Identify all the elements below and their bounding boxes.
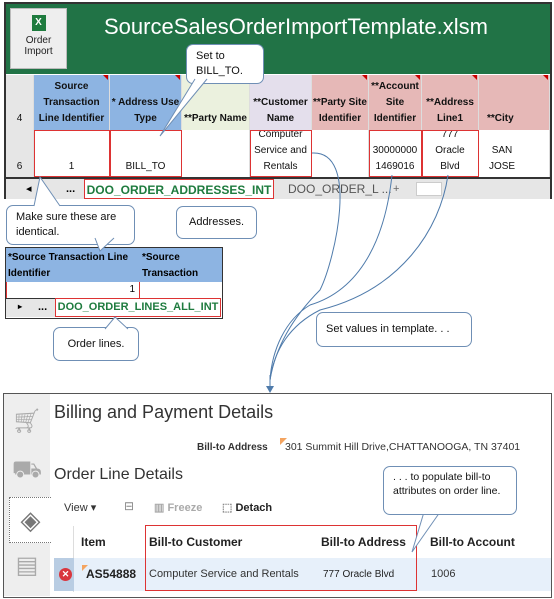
billing-section-title: Billing and Payment Details [54,402,274,422]
detach-icon: ⬚ [222,502,233,514]
cell[interactable]: Computer Service and Rentals [250,129,312,177]
highlight [145,525,417,591]
callout-pointer [411,511,441,553]
callout-pointer [159,78,208,137]
item-cell[interactable]: AS54888 [86,558,136,591]
column-header[interactable]: Source Transaction Line Identifier [34,75,110,130]
cell[interactable]: 30000000 1469016 [369,130,422,177]
order-lines-title: Order Line Details [54,466,183,483]
callout-pointer [104,316,129,330]
column-header[interactable]: **City [479,75,550,130]
error-icon[interactable]: ✕ [59,568,72,581]
callout-order-lines: Order lines. [53,327,139,361]
detach-button[interactable]: ⬚ Detach [222,501,272,514]
bill-to-account-cell: 1006 [431,568,456,580]
bill-to-address-value: 301 Summit Hill Drive,CHATTANOOGA, TN 37… [285,441,521,453]
more-sheets[interactable]: ... [38,301,47,313]
filter-icon[interactable]: ⊟ [124,499,134,513]
add-sheet-icon[interactable]: + [393,179,399,199]
workbook-title: SourceSalesOrderImportTemplate.xlsm [104,14,488,39]
freeze-button[interactable]: ▥ Freeze [154,501,202,514]
tab-order-lines[interactable]: DOO_ORDER_L ... [288,179,392,199]
cart-icon[interactable]: 🛒︎ [10,402,44,442]
excel-template-window: X Order Import SourceSalesOrderImportTem… [4,2,552,199]
contact-card-icon[interactable]: ▤ [10,546,44,586]
column-header[interactable]: **Address Line1 [422,75,479,130]
row-number: 4 [6,75,34,130]
horizontal-scrollbar[interactable] [416,182,442,196]
truck-icon[interactable]: ⛟ [10,450,44,490]
view-menu[interactable]: View ▾ [64,501,96,514]
callout-addresses: Addresses. [176,206,257,239]
column-header[interactable]: **Party Site Identifier [312,75,369,130]
column-header[interactable]: **Account Site Identifier [369,75,422,130]
order-import-button[interactable]: X Order Import [10,8,67,69]
callout-pointer [33,175,115,252]
order-import-label: Order Import [24,35,53,57]
cell[interactable]: SAN JOSE [479,130,550,177]
order-lines-sheet: *Source Transaction Line Identifier *Sou… [5,247,223,319]
tab-order-lines[interactable]: DOO_ORDER_LINES_ALL_INT [55,298,221,317]
price-tag-icon[interactable]: ◈ [9,497,51,543]
side-tabs: 🛒︎ ⛟ ◈ ▤ [4,394,51,596]
cell[interactable]: 1 [6,282,140,298]
sheet-tabs: ▸ ... DOO_ORDER_LINES_ALL_INT [6,298,221,317]
cell[interactable]: 1 [34,130,110,177]
excel-icon: X [31,15,46,31]
excel-header: X Order Import SourceSalesOrderImportTem… [6,4,550,74]
bill-to-address-label: Bill-to Address [197,442,268,453]
scroll-right-icon[interactable]: ▸ [18,302,22,311]
column-header-item[interactable]: Item [81,526,106,558]
callout-populate: . . . to populate bill-to attributes on … [383,466,517,515]
callout-set-values: Set values in template. . . [316,312,472,347]
row-number: 6 [6,130,34,177]
column-header[interactable]: *Source Transaction Identifier [140,248,222,282]
cell[interactable] [312,130,369,177]
cell[interactable]: 777 Oracle Blvd [422,129,479,177]
